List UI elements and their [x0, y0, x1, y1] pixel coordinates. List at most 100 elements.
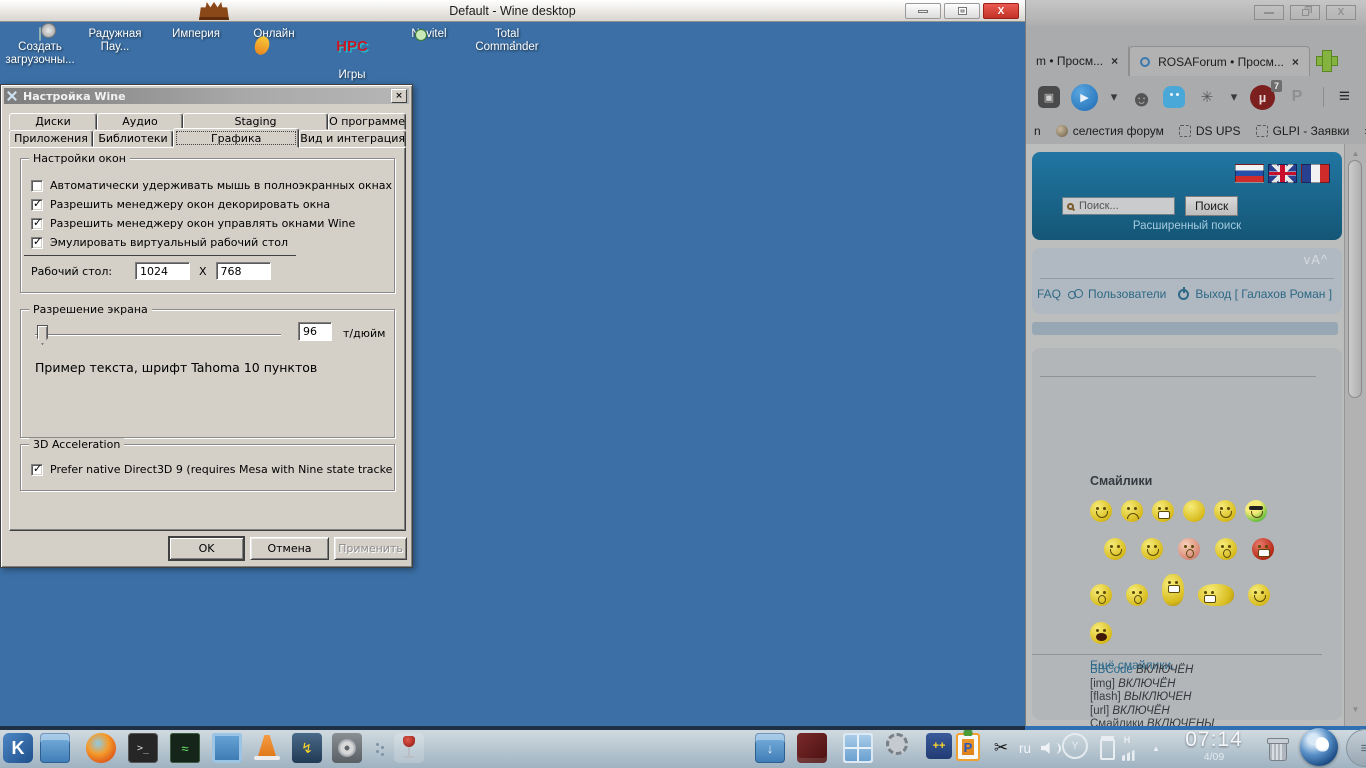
file-manager-icon[interactable] [40, 733, 70, 763]
desktop-icon-empire[interactable]: Империя [157, 28, 235, 41]
disc-burner-icon[interactable] [332, 733, 362, 763]
desktop-pager-icon[interactable] [843, 733, 873, 763]
dpi-input[interactable]: 96 [298, 322, 332, 341]
wine-task-icon[interactable] [394, 733, 424, 763]
british-flag-icon[interactable] [1268, 164, 1297, 183]
smiley-addon-icon[interactable]: ☻ [1130, 86, 1153, 111]
gears-icon[interactable] [886, 733, 908, 755]
browser-tab-partial[interactable]: m • Просм... × [1026, 46, 1130, 76]
maximize-button[interactable] [944, 3, 980, 19]
smiley-cheers[interactable] [1198, 584, 1234, 606]
mobile-signal-icon[interactable]: H [1112, 733, 1142, 763]
rosa-sphere-icon[interactable] [1300, 728, 1338, 766]
system-monitor-icon[interactable]: ≈ [170, 733, 200, 763]
text-size-widget[interactable]: vA^ [1304, 252, 1328, 267]
browser-close-button[interactable]: X [1326, 5, 1356, 20]
downloads-folder-icon[interactable]: ↓ [755, 733, 785, 763]
desktop-icon-total-commander[interactable]: Total Commander [468, 28, 546, 54]
disabled-addon-p-icon[interactable]: P [1286, 86, 1308, 108]
scrollbar-down-icon[interactable]: ▼ [1345, 705, 1366, 714]
smiley-cool[interactable] [1245, 500, 1267, 522]
tab-desktop-integration[interactable]: Вид и интеграция [299, 130, 406, 147]
minimize-button[interactable] [905, 3, 941, 19]
smiley-angel[interactable] [1248, 584, 1270, 606]
smiley-blank[interactable] [1183, 500, 1205, 522]
dpi-slider[interactable] [35, 324, 281, 346]
browser-titlebar[interactable]: X [1026, 0, 1366, 26]
clock-widget[interactable]: 07:14 4/09 [1168, 729, 1260, 764]
wine-desktop-area[interactable]: Создать загрузочны... Радужная Пау... Им… [0, 22, 1025, 726]
checkbox[interactable] [31, 462, 43, 476]
desktop-icon-rainbow[interactable]: Радужная Пау... [76, 28, 154, 54]
desktop-icon-navitel[interactable]: Navitel [390, 28, 468, 41]
dialog-tab[interactable]: Аудио [97, 113, 183, 130]
browser-restore-button[interactable] [1290, 5, 1320, 20]
bookmark-ds-ups[interactable]: DS UPS [1178, 124, 1241, 138]
advanced-search-link[interactable]: Расширенный поиск [1032, 220, 1342, 232]
dialog-titlebar[interactable]: Настройка Wine × [4, 88, 409, 104]
smiley-grin[interactable] [1152, 500, 1174, 522]
desktop-icon-create-boot[interactable]: Создать загрузочны... [1, 27, 79, 67]
desktop-icon-online[interactable]: Онлайн [235, 28, 313, 41]
smiley-crazy[interactable] [1162, 574, 1184, 606]
dialog-tab[interactable]: Диски [9, 113, 97, 130]
smiley-blush[interactable] [1178, 538, 1200, 560]
clipboard-parcellite-icon[interactable]: P [956, 733, 980, 761]
video-download-dropdown-icon[interactable]: ▾ [1109, 86, 1119, 108]
fly-addon-icon[interactable]: ✳ [1196, 86, 1218, 108]
smiley-smile[interactable] [1090, 500, 1112, 522]
checkbox[interactable] [31, 235, 43, 249]
trash-icon[interactable] [1262, 733, 1292, 763]
tab-groups-icon[interactable]: ▣ [1038, 86, 1060, 108]
panel-settings-icon[interactable]: ≡ [1346, 729, 1366, 767]
ok-button[interactable]: OK [169, 537, 244, 560]
bookmark-glpi[interactable]: GLPI - Заявки [1255, 124, 1349, 138]
vlc-icon[interactable] [252, 733, 282, 763]
new-tab-button[interactable] [1314, 48, 1340, 74]
tab-libraries[interactable]: Библиотеки [93, 130, 173, 147]
tab-close-icon[interactable]: × [1292, 55, 1299, 69]
slider-track[interactable] [35, 334, 281, 336]
browser-minimize-button[interactable] [1254, 5, 1284, 20]
smiley-hug[interactable] [1141, 538, 1163, 560]
smiley-sad[interactable] [1121, 500, 1143, 522]
tab-applications[interactable]: Приложения [9, 130, 93, 147]
checkbox[interactable] [31, 197, 43, 211]
dialog-tab[interactable]: О программе [328, 113, 406, 130]
users-link[interactable]: Пользователи [1088, 287, 1166, 301]
dialog-close-button[interactable]: × [391, 89, 407, 103]
krusader-icon[interactable] [797, 733, 827, 763]
bookmark-celestia-forum[interactable]: селестия форум [1055, 124, 1164, 138]
desktop-height-input[interactable]: 768 [215, 262, 271, 280]
french-flag-icon[interactable] [1301, 164, 1330, 183]
tab-close-icon[interactable]: × [1111, 54, 1118, 68]
faq-link[interactable]: FAQ [1037, 287, 1061, 301]
fly-dropdown-icon[interactable]: ▾ [1229, 86, 1239, 108]
desktop-width-input[interactable]: 1024 [135, 262, 190, 280]
ublock-icon[interactable]: µ 7 [1250, 79, 1282, 110]
checkbox[interactable] [31, 216, 43, 230]
checkbox[interactable] [31, 179, 43, 192]
ghostery-icon[interactable] [1163, 86, 1185, 108]
search-input[interactable]: Поиск... [1062, 197, 1175, 215]
usb-icon[interactable]: Y [1062, 733, 1088, 759]
cancel-button[interactable]: Отмена [250, 537, 329, 560]
slider-thumb[interactable] [37, 325, 48, 345]
russian-flag-icon[interactable] [1235, 164, 1264, 183]
launcher-separator-dots[interactable] [372, 733, 382, 763]
scrollbar-up-icon[interactable]: ▲ [1345, 149, 1366, 158]
tray-expand-icon[interactable]: ▲ [1148, 733, 1164, 763]
terminal-icon[interactable]: >_ [128, 733, 158, 763]
smiley-rolleyes[interactable] [1090, 584, 1112, 606]
desktop-icon-games[interactable]: HPC Игры [313, 28, 391, 82]
kmenu-icon[interactable]: K [3, 733, 33, 763]
search-button[interactable]: Поиск [1185, 196, 1239, 216]
smiley-wink[interactable] [1214, 500, 1236, 522]
video-download-icon[interactable]: ▶ [1071, 83, 1098, 111]
plugin-icon[interactable]: ++ [926, 733, 952, 759]
browser-tab-rosaforum[interactable]: ROSAForum • Просм... × [1129, 46, 1310, 76]
monitor-settings-icon[interactable] [212, 733, 242, 763]
smiley-devil[interactable] [1252, 538, 1274, 560]
logout-link[interactable]: Выход [ Галахов Роман ] [1195, 287, 1332, 301]
smiley-sick[interactable] [1215, 538, 1237, 560]
